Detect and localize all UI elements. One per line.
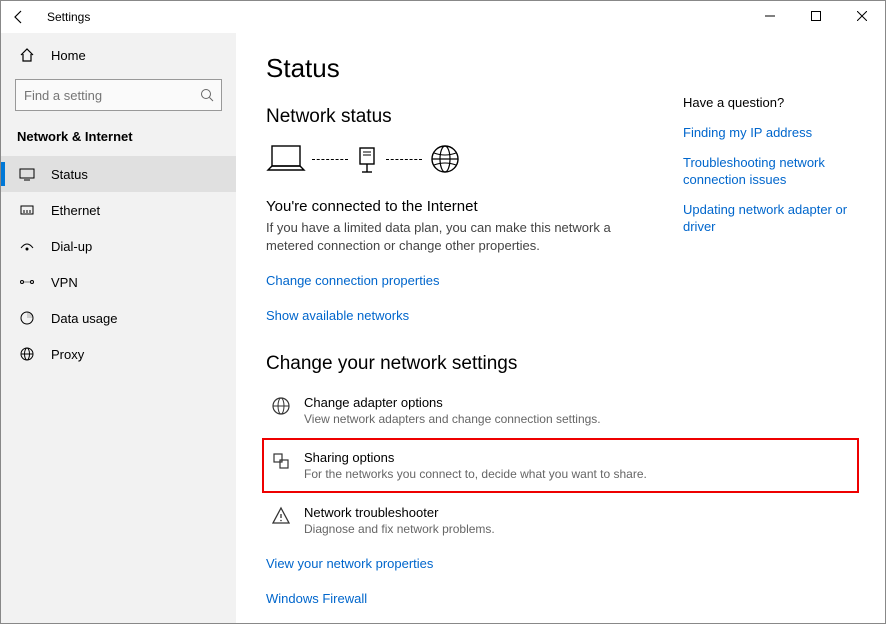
page-title: Status xyxy=(266,53,855,84)
setting-desc: For the networks you connect to, decide … xyxy=(304,467,647,481)
sidebar-item-label: VPN xyxy=(51,275,78,290)
setting-network-troubleshooter[interactable]: Network troubleshooter Diagnose and fix … xyxy=(266,499,855,542)
sidebar: Home Network & Internet Status Ethernet … xyxy=(1,33,236,623)
search-icon xyxy=(200,88,214,102)
window-title: Settings xyxy=(47,10,90,24)
sidebar-item-label: Ethernet xyxy=(51,203,100,218)
sidebar-item-proxy[interactable]: Proxy xyxy=(1,336,236,372)
close-button[interactable] xyxy=(839,1,885,31)
setting-desc: View network adapters and change connect… xyxy=(304,412,601,426)
sidebar-item-ethernet[interactable]: Ethernet xyxy=(1,192,236,228)
setting-title: Change adapter options xyxy=(304,395,601,410)
connection-line xyxy=(386,159,422,160)
sidebar-item-label: Proxy xyxy=(51,347,84,362)
sidebar-item-vpn[interactable]: VPN xyxy=(1,264,236,300)
home-label: Home xyxy=(51,48,86,63)
link-show-available-networks[interactable]: Show available networks xyxy=(266,308,409,323)
sidebar-item-label: Dial-up xyxy=(51,239,92,254)
router-icon xyxy=(354,142,380,176)
setting-title: Sharing options xyxy=(304,450,647,465)
sidebar-item-label: Status xyxy=(51,167,88,182)
proxy-icon xyxy=(17,346,37,362)
category-title: Network & Internet xyxy=(1,121,236,156)
help-heading: Have a question? xyxy=(683,95,863,110)
search-input[interactable] xyxy=(24,88,200,103)
maximize-button[interactable] xyxy=(793,1,839,31)
help-link-update-adapter[interactable]: Updating network adapter or driver xyxy=(683,201,863,236)
datausage-icon xyxy=(17,310,37,326)
laptop-icon xyxy=(266,142,306,176)
section-change-settings: Change your network settings xyxy=(266,353,855,375)
setting-title: Network troubleshooter xyxy=(304,505,495,520)
sidebar-item-status[interactable]: Status xyxy=(1,156,236,192)
connected-desc: If you have a limited data plan, you can… xyxy=(266,219,626,255)
connection-line xyxy=(312,159,348,160)
link-change-connection-properties[interactable]: Change connection properties xyxy=(266,273,439,288)
home-icon xyxy=(17,47,37,63)
link-windows-firewall[interactable]: Windows Firewall xyxy=(266,591,367,606)
arrow-left-icon xyxy=(11,9,27,25)
main-content: Status Network status You're connected t… xyxy=(236,33,885,623)
close-icon xyxy=(857,11,867,21)
sidebar-item-dialup[interactable]: Dial-up xyxy=(1,228,236,264)
back-button[interactable] xyxy=(11,9,39,25)
link-view-network-properties[interactable]: View your network properties xyxy=(266,556,433,571)
troubleshooter-icon xyxy=(268,506,294,526)
sidebar-item-datausage[interactable]: Data usage xyxy=(1,300,236,336)
minimize-button[interactable] xyxy=(747,1,793,31)
help-column: Have a question? Finding my IP address T… xyxy=(683,95,863,248)
setting-desc: Diagnose and fix network problems. xyxy=(304,522,495,536)
ethernet-icon xyxy=(17,202,37,218)
sidebar-item-label: Data usage xyxy=(51,311,118,326)
status-icon xyxy=(17,166,37,182)
sharing-icon xyxy=(268,451,294,471)
setting-sharing-options[interactable]: Sharing options For the networks you con… xyxy=(266,444,855,487)
vpn-icon xyxy=(17,274,37,290)
help-link-troubleshoot[interactable]: Troubleshooting network connection issue… xyxy=(683,154,863,189)
setting-change-adapter-options[interactable]: Change adapter options View network adap… xyxy=(266,389,855,432)
help-link-ip[interactable]: Finding my IP address xyxy=(683,124,863,142)
maximize-icon xyxy=(811,11,821,21)
globe-icon xyxy=(428,142,462,176)
highlighted-sharing-options: Sharing options For the networks you con… xyxy=(262,438,859,493)
minimize-icon xyxy=(765,11,775,21)
dialup-icon xyxy=(17,238,37,254)
search-box[interactable] xyxy=(15,79,222,111)
home-button[interactable]: Home xyxy=(1,37,236,73)
adapter-icon xyxy=(268,396,294,416)
